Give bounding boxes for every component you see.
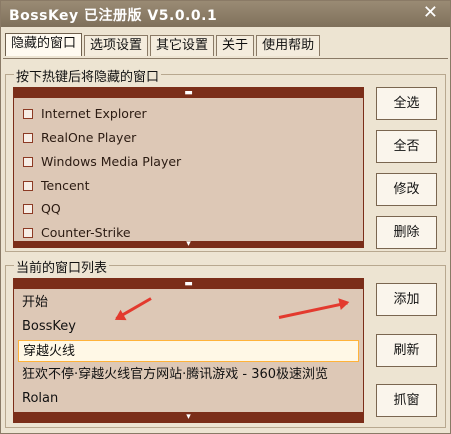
grab-window-button[interactable]: 抓窗 (376, 384, 437, 417)
checkbox[interactable] (23, 228, 33, 238)
list-item-selected[interactable]: 穿越火线 (18, 340, 359, 362)
current-window-list[interactable]: ▬ 开始 BossKey 穿越火线 狂欢不停·穿越火线官方网站·腾讯游戏 - 3… (13, 278, 364, 423)
refresh-button[interactable]: 刷新 (376, 334, 437, 367)
hotkey-group: 按下热键后将隐藏的窗口 ▬ Internet Explorer RealOne … (5, 66, 446, 252)
bosskey-window: BossKey 已注册版 V5.0.0.1 ✕ 隐藏的窗口 选项设置 其它设置 … (0, 0, 451, 434)
tab-strip: 隐藏的窗口 选项设置 其它设置 关于 使用帮助 (5, 33, 322, 57)
delete-button[interactable]: 删除 (376, 216, 437, 249)
select-none-button[interactable]: 全否 (376, 130, 437, 163)
window-list-group-title: 当前的窗口列表 (14, 257, 110, 276)
scroll-up-button[interactable]: ▬ (14, 88, 363, 98)
tab-hidden-windows[interactable]: 隐藏的窗口 (5, 33, 83, 56)
checkbox[interactable] (23, 133, 33, 143)
list-item-label: Tencent (41, 178, 90, 193)
tab-help[interactable]: 使用帮助 (256, 35, 321, 56)
list-item[interactable]: QQ (14, 198, 363, 220)
hotkey-group-title: 按下热键后将隐藏的窗口 (14, 66, 162, 85)
tab-options[interactable]: 选项设置 (84, 35, 149, 56)
select-all-button[interactable]: 全选 (376, 87, 437, 120)
scroll-down-button[interactable]: ▾ (14, 240, 363, 247)
checkbox[interactable] (23, 204, 33, 214)
tab-divider (3, 58, 448, 59)
window-title: BossKey 已注册版 V5.0.0.1 (9, 8, 218, 24)
list-item[interactable]: Tencent (14, 175, 363, 197)
add-button[interactable]: 添加 (376, 283, 437, 316)
hidden-window-list[interactable]: ▬ Internet Explorer RealOne Player Windo… (13, 87, 364, 248)
list-item[interactable]: Internet Explorer (14, 103, 363, 125)
list-item[interactable]: 狂欢不停·穿越火线官方网站·腾讯游戏 - 360极速浏览 (18, 364, 359, 386)
tab-about[interactable]: 关于 (216, 35, 255, 56)
tab-other-settings[interactable]: 其它设置 (150, 35, 215, 56)
window-list-group: 当前的窗口列表 ▬ 开始 BossKey 穿越火线 狂欢不停·穿越火线官方网站·… (5, 257, 446, 428)
checkbox[interactable] (23, 181, 33, 191)
modify-button[interactable]: 修改 (376, 173, 437, 206)
list-item-label: Internet Explorer (41, 106, 147, 121)
list-item-label: Windows Media Player (41, 154, 182, 169)
scroll-down-button[interactable]: ▾ (14, 412, 363, 422)
title-bar[interactable]: BossKey 已注册版 V5.0.0.1 ✕ (1, 1, 450, 27)
scroll-up-button[interactable]: ▬ (14, 279, 363, 289)
checkbox[interactable] (23, 157, 33, 167)
list-item[interactable]: BossKey (18, 316, 359, 338)
list-item[interactable]: RealOne Player (14, 127, 363, 149)
close-icon[interactable]: ✕ (423, 2, 438, 23)
checkbox[interactable] (23, 109, 33, 119)
list-item-label: QQ (41, 201, 61, 216)
list-item[interactable]: Rolan (18, 388, 359, 410)
list-item-label: RealOne Player (41, 130, 137, 145)
list-item[interactable]: Windows Media Player (14, 151, 363, 173)
